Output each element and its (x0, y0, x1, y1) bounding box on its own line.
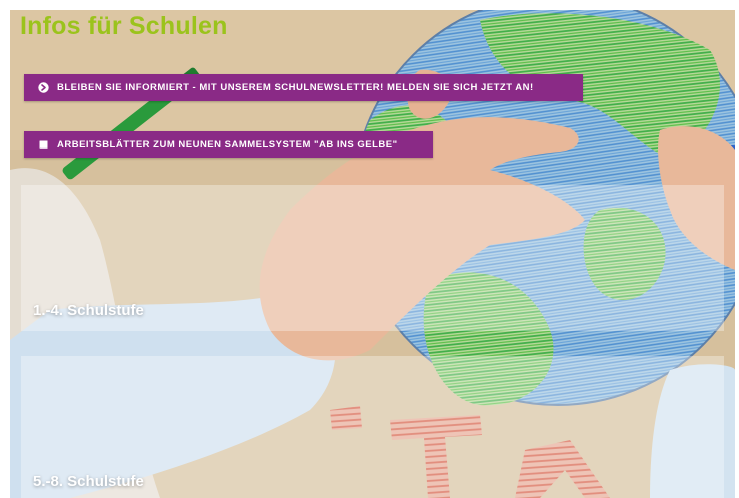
newsletter-signup-label: BLEIBEN SIE INFORMIERT - MIT UNSEREM SCH… (57, 82, 534, 93)
grade-label-1-4: 1.-4. Schulstufe (33, 302, 144, 319)
book-icon (38, 139, 49, 150)
newsletter-signup-button[interactable]: BLEIBEN SIE INFORMIERT - MIT UNSEREM SCH… (24, 74, 583, 101)
grade-panel-1-4[interactable]: 1.-4. Schulstufe (21, 185, 724, 331)
worksheets-button[interactable]: ARBEITSBLÄTTER ZUM NEUNEN SAMMELSYSTEM "… (24, 131, 433, 158)
page: Infos für Schulen BLEIBEN SIE INFORMIERT… (0, 0, 739, 498)
worksheets-label: ARBEITSBLÄTTER ZUM NEUNEN SAMMELSYSTEM "… (57, 139, 398, 150)
arrow-circle-right-icon (38, 82, 49, 93)
grade-panel-5-8[interactable]: 5.-8. Schulstufe (21, 356, 724, 498)
grade-label-5-8: 5.-8. Schulstufe (33, 473, 144, 490)
page-title: Infos für Schulen (20, 12, 228, 40)
